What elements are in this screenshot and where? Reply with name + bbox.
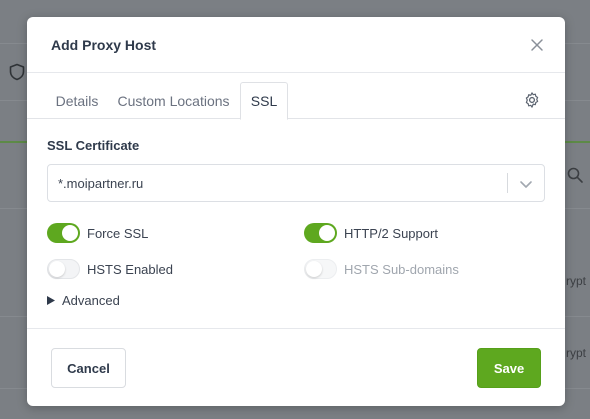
ssl-certificate-label: SSL Certificate	[47, 138, 140, 153]
hsts-subdomains-label: HSTS Sub-domains	[344, 261, 459, 277]
bg-row-text: rypt	[566, 274, 587, 288]
force-ssl-toggle[interactable]	[47, 223, 80, 243]
modal-header: Add Proxy Host	[27, 17, 565, 73]
tab-details[interactable]: Details	[41, 82, 113, 119]
add-proxy-host-modal: Add Proxy Host Details Custom Locations …	[27, 17, 565, 406]
hsts-label: HSTS Enabled	[87, 261, 173, 277]
chevron-down-icon[interactable]	[519, 177, 533, 191]
save-button[interactable]: Save	[477, 348, 541, 388]
tab-ssl[interactable]: SSL	[240, 82, 288, 120]
bg-row-text: rypt	[566, 346, 587, 360]
hsts-toggle[interactable]	[47, 259, 80, 279]
force-ssl-toggle-row[interactable]: Force SSL	[47, 223, 148, 243]
toggle-knob	[306, 261, 322, 277]
hsts-subdomains-toggle-row: HSTS Sub-domains	[304, 259, 459, 279]
hsts-toggle-row[interactable]: HSTS Enabled	[47, 259, 173, 279]
shield-icon	[9, 63, 25, 81]
toggle-knob	[49, 261, 65, 277]
http2-toggle[interactable]	[304, 223, 337, 243]
gear-icon[interactable]	[523, 91, 541, 109]
http2-label: HTTP/2 Support	[344, 225, 438, 241]
select-separator	[507, 173, 508, 193]
http2-toggle-row[interactable]: HTTP/2 Support	[304, 223, 438, 243]
advanced-label: Advanced	[62, 293, 120, 308]
close-icon[interactable]	[529, 37, 545, 53]
advanced-toggle[interactable]: Advanced	[47, 293, 120, 308]
force-ssl-label: Force SSL	[87, 225, 149, 241]
modal-title: Add Proxy Host	[51, 37, 157, 53]
tab-custom-locations[interactable]: Custom Locations	[109, 82, 238, 119]
toggle-knob	[319, 225, 335, 241]
hsts-subdomains-toggle	[304, 259, 337, 279]
cancel-button[interactable]: Cancel	[51, 348, 126, 388]
modal-footer: Cancel Save	[27, 329, 565, 406]
search-icon	[567, 167, 583, 183]
ssl-tab-content: SSL Certificate *.moipartner.ru Force SS…	[27, 119, 565, 329]
ssl-certificate-select[interactable]: *.moipartner.ru	[47, 164, 545, 202]
ssl-certificate-value: *.moipartner.ru	[58, 176, 144, 191]
caret-right-icon	[47, 296, 55, 305]
toggle-knob	[62, 225, 78, 241]
tab-bar: Details Custom Locations SSL	[27, 73, 565, 120]
